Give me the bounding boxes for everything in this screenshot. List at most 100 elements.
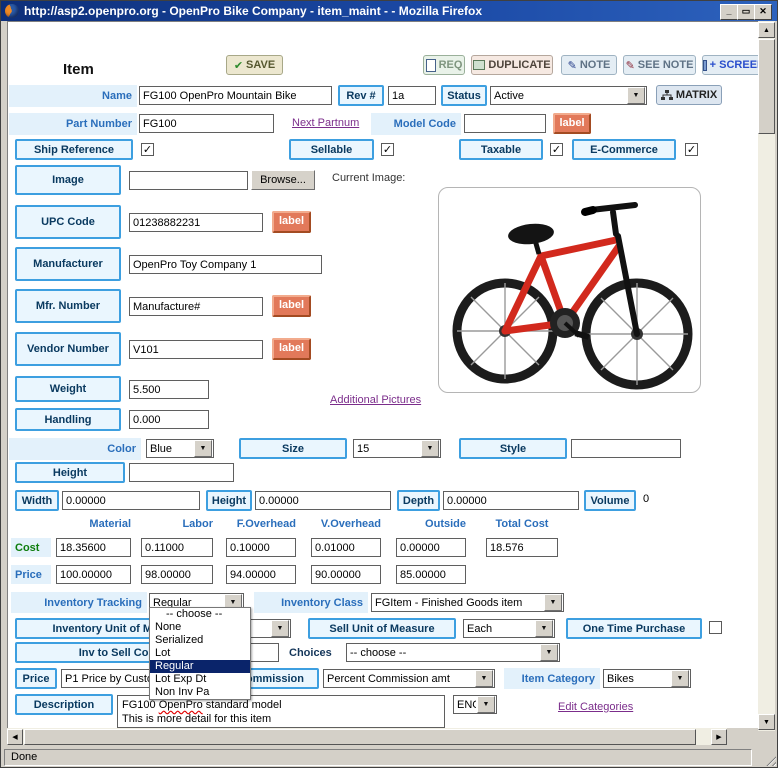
handling-input[interactable] (129, 410, 209, 429)
req-button[interactable]: REQ (423, 55, 465, 75)
mfr-number-input[interactable] (129, 297, 263, 316)
rev-label: Rev # (338, 85, 384, 106)
price-2-input[interactable] (141, 565, 213, 584)
dropdown-option[interactable]: -- choose -- (150, 608, 250, 621)
dropdown-option[interactable]: Lot Exp Dt (150, 673, 250, 686)
duplicate-button[interactable]: DUPLICATE (471, 55, 553, 75)
model-code-input[interactable] (464, 114, 546, 133)
model-code-label-button[interactable]: label (553, 113, 591, 134)
inventory-tracking-dropdown-list: -- choose -- None Serialized Lot Regular… (149, 607, 251, 700)
save-button[interactable]: ✔ SAVE (226, 55, 283, 75)
width-label: Width (15, 490, 59, 511)
price-3-input[interactable] (226, 565, 296, 584)
chevron-down-icon: ▼ (544, 594, 562, 611)
add-screen-button[interactable]: + SCREEN (702, 55, 766, 75)
style-input[interactable] (571, 439, 681, 458)
language-select[interactable]: ENG▼ (453, 695, 497, 714)
cost-labor-input[interactable] (141, 538, 213, 557)
ship-reference-checkbox[interactable] (141, 143, 154, 156)
chevron-down-icon: ▼ (477, 696, 495, 713)
col-header-foverhead: F.Overhead (226, 518, 296, 530)
height2-input[interactable] (255, 491, 391, 510)
window-title: http://asp2.openpro.org - OpenPro Bike C… (24, 1, 482, 21)
image-input[interactable] (129, 171, 248, 190)
horizontal-scroll-thumb[interactable] (24, 729, 696, 745)
status-select[interactable]: Active▼ (490, 86, 647, 105)
price-4-input[interactable] (311, 565, 381, 584)
note-button[interactable]: ✎ NOTE (561, 55, 617, 75)
upc-code-label: UPC Code (15, 205, 121, 239)
minimize-button[interactable]: _ (720, 4, 738, 20)
chevron-down-icon: ▼ (627, 87, 645, 104)
name-input[interactable] (139, 86, 332, 105)
browse-button[interactable]: Browse... (251, 170, 315, 190)
resize-grip[interactable] (764, 754, 776, 766)
manufacturer-label: Manufacturer (15, 247, 121, 281)
col-header-material: Material (56, 518, 131, 530)
one-time-purchase-checkbox[interactable] (709, 621, 722, 634)
dropdown-option-selected[interactable]: Regular (150, 660, 250, 673)
width-input[interactable] (62, 491, 200, 510)
product-image (438, 187, 701, 393)
model-code-label: Model Code (371, 113, 461, 135)
height-input[interactable] (129, 463, 234, 482)
additional-pictures-link[interactable]: Additional Pictures (330, 394, 421, 406)
mfr-label-button[interactable]: label (272, 295, 311, 317)
chevron-down-icon: ▼ (271, 620, 289, 637)
dropdown-option[interactable]: Serialized (150, 634, 250, 647)
inventory-class-label: Inventory Class (254, 592, 368, 613)
cost-foverhead-input[interactable] (226, 538, 296, 557)
price-5-input[interactable] (396, 565, 466, 584)
ecommerce-checkbox[interactable] (685, 143, 698, 156)
req-doc-icon (426, 59, 436, 72)
scroll-left-button[interactable]: ◀ (7, 729, 23, 745)
see-note-button[interactable]: ✎ SEE NOTE (623, 55, 696, 75)
color-select[interactable]: Blue▼ (146, 439, 214, 458)
scroll-up-button[interactable]: ▲ (758, 22, 775, 38)
size-select[interactable]: 15▼ (353, 439, 441, 458)
vendor-label-button[interactable]: label (272, 338, 311, 360)
cost-outside-input[interactable] (396, 538, 466, 557)
choices-select[interactable]: -- choose --▼ (346, 643, 560, 662)
taxable-label: Taxable (459, 139, 543, 160)
part-number-input[interactable] (139, 114, 274, 133)
scroll-right-button[interactable]: ▶ (711, 729, 727, 745)
matrix-icon (661, 90, 673, 101)
mfr-number-label: Mfr. Number (15, 289, 121, 323)
maximize-button[interactable]: ▭ (737, 4, 755, 20)
dropdown-option[interactable]: Lot (150, 647, 250, 660)
close-button[interactable]: ✕ (754, 4, 772, 20)
item-category-select[interactable]: Bikes▼ (603, 669, 691, 688)
image-label: Image (15, 165, 121, 195)
inventory-class-select[interactable]: FGItem - Finished Goods item▼ (371, 593, 564, 612)
upc-code-input[interactable] (129, 213, 263, 232)
rev-input[interactable] (388, 86, 436, 105)
cost-total-input[interactable] (486, 538, 558, 557)
chevron-down-icon: ▼ (475, 670, 493, 687)
next-partnum-link[interactable]: Next Partnum (292, 117, 359, 129)
cost-voverhead-input[interactable] (311, 538, 381, 557)
dropdown-option[interactable]: None (150, 621, 250, 634)
depth-input[interactable] (443, 491, 579, 510)
col-header-total-cost: Total Cost (486, 518, 558, 530)
price-bottom-label: Price (15, 668, 57, 689)
dropdown-option[interactable]: Non Inv Pa (150, 686, 250, 699)
vendor-number-input[interactable] (129, 340, 263, 359)
matrix-button[interactable]: MATRIX (656, 85, 722, 105)
name-label: Name (9, 85, 137, 107)
commission-select[interactable]: Percent Commission amt▼ (323, 669, 495, 688)
cost-material-input[interactable] (56, 538, 131, 557)
manufacturer-input[interactable] (129, 255, 322, 274)
note-pencil-icon: ✎ (568, 59, 577, 72)
price-1-input[interactable] (56, 565, 131, 584)
weight-input[interactable] (129, 380, 209, 399)
scroll-down-button[interactable]: ▼ (758, 714, 775, 730)
upc-label-button[interactable]: label (272, 211, 311, 233)
sellable-checkbox[interactable] (381, 143, 394, 156)
taxable-checkbox[interactable] (550, 143, 563, 156)
edit-categories-link[interactable]: Edit Categories (558, 701, 633, 713)
misspelled-word: OpenPro (159, 699, 203, 711)
depth-label: Depth (397, 490, 440, 511)
vertical-scroll-thumb[interactable] (758, 39, 775, 134)
sell-uom-select[interactable]: Each▼ (463, 619, 555, 638)
